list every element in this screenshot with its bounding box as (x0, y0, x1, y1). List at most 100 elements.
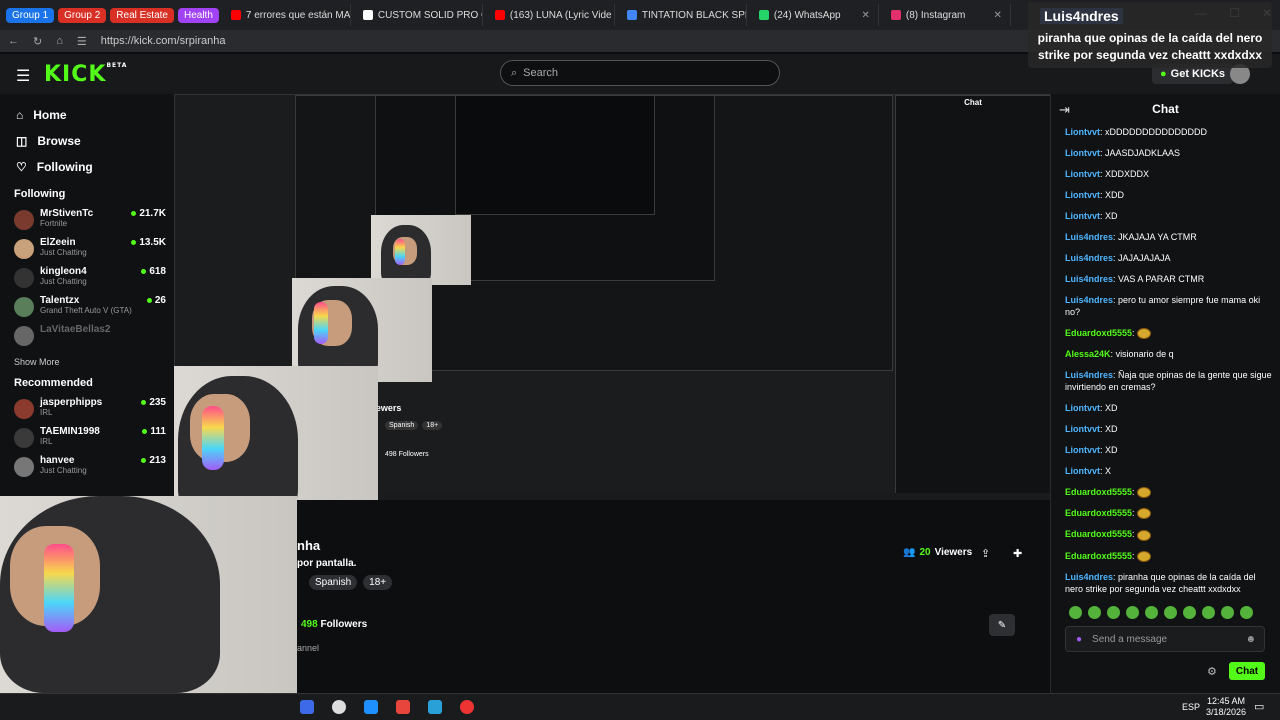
browser-tab[interactable]: 7 errores que están MATAN✕ (223, 4, 351, 26)
viewer-count: 13.5K (131, 237, 166, 248)
chat-username[interactable]: Liontvvt (1065, 127, 1100, 137)
emote-icon (1137, 508, 1152, 520)
tab-label: TINTATION BLACK SPRAY (641, 9, 746, 21)
sidebar-channel[interactable]: LaVitaeBellas2 (0, 322, 174, 351)
live-dot-icon (141, 400, 147, 405)
channel-category: IRL (40, 437, 53, 446)
photoshop-icon[interactable] (300, 700, 314, 714)
chat-username[interactable]: Liontvvt (1065, 211, 1100, 221)
channel-name: kingleon4 (40, 266, 87, 277)
tag-spanish[interactable]: Spanish (309, 575, 358, 590)
kick-logo[interactable]: KICKBETA (44, 62, 127, 87)
sidebar-channel[interactable]: Talentzx Grand Theft Auto V (GTA) 26 (0, 293, 174, 322)
share-icon[interactable]: ⇪ (981, 547, 990, 560)
kicks-icon: ● (1160, 68, 1167, 80)
chat-text: XDD (1105, 190, 1125, 200)
reload-icon[interactable]: ↻ (33, 35, 42, 48)
chat-username[interactable]: Liontvvt (1065, 445, 1100, 455)
chat-message: Eduardoxd5555: (1065, 507, 1273, 520)
emote-icon[interactable] (1240, 606, 1253, 619)
notifications-icon[interactable]: ▭ (1254, 700, 1264, 713)
chat-username[interactable]: Alessa24K (1065, 349, 1111, 359)
tab-group[interactable]: Group 1 (6, 7, 55, 23)
sidebar-channel[interactable]: TAEMIN1998 IRL 111 (0, 424, 174, 453)
site-info-icon[interactable]: ☰ (77, 35, 87, 48)
edit-button[interactable]: ✎ (989, 614, 1015, 636)
viewer-count: 213 (141, 455, 166, 466)
emote-icon[interactable] (1069, 606, 1082, 619)
chat-username[interactable]: Liontvvt (1065, 190, 1100, 200)
app-icon[interactable] (364, 700, 378, 714)
chat-message: Eduardoxd5555: (1065, 327, 1273, 340)
emoji-picker-icon[interactable]: ☻ (1245, 634, 1256, 645)
chat-username[interactable]: Eduardoxd5555 (1065, 508, 1132, 518)
emote-icon[interactable] (1088, 606, 1101, 619)
emote-icon[interactable] (1183, 606, 1196, 619)
tab-label: (8) Instagram (905, 9, 966, 21)
chat-message: Liontvvt: xDDDDDDDDDDDDDDD (1065, 127, 1208, 137)
chat-username[interactable]: Liontvvt (1065, 148, 1100, 158)
chat-settings-icon[interactable]: ⚙ (1207, 665, 1217, 678)
tab-group[interactable]: Group 2 (58, 7, 107, 23)
chat-username[interactable]: Liontvvt (1065, 169, 1100, 179)
taskbar-lang[interactable]: ESP (1182, 702, 1200, 712)
mic-icon[interactable]: ● (1076, 634, 1082, 645)
chat-username[interactable]: Eduardoxd5555 (1065, 328, 1132, 338)
tab-group[interactable]: Health (177, 7, 219, 23)
show-more-link[interactable]: Show More (0, 351, 174, 369)
sidebar-channel[interactable]: ElZeein Just Chatting 13.5K (0, 235, 174, 264)
chat-username[interactable]: Eduardoxd5555 (1065, 551, 1132, 561)
browser-tab[interactable]: (163) LUNA (Lyric Vide✕ (487, 4, 615, 26)
chat-username[interactable]: Luis4ndres (1065, 370, 1113, 380)
sidebar-channel[interactable]: MrStivenTc Fortnite 21.7K (0, 206, 174, 235)
home-browser-icon[interactable]: ⌂ (56, 35, 63, 47)
browser-tab[interactable]: TINTATION BLACK SPRAY✕ (619, 4, 747, 26)
send-chat-button[interactable]: Chat (1229, 662, 1265, 680)
chatgpt-icon[interactable] (332, 700, 346, 714)
chat-message-input[interactable]: ● Send a message ☻ (1065, 626, 1265, 652)
emote-icon[interactable] (1107, 606, 1120, 619)
emote-icon[interactable] (1164, 606, 1177, 619)
tab-label: (24) WhatsApp (773, 9, 841, 21)
sidebar-channel[interactable]: kingleon4 Just Chatting 618 (0, 264, 174, 293)
emote-icon[interactable] (1221, 606, 1234, 619)
search-input[interactable]: ⌕ Search (500, 60, 780, 86)
tab-group[interactable]: Real Estate (110, 7, 174, 23)
sidebar-item-home[interactable]: ⌂ Home (0, 102, 174, 128)
emote-icon[interactable] (1202, 606, 1215, 619)
chat-username[interactable]: Liontvvt (1065, 424, 1100, 434)
browser-tab[interactable]: (8) Instagram ✕ (883, 4, 1011, 26)
chat-username[interactable]: Liontvvt (1065, 466, 1100, 476)
app-icon[interactable] (460, 700, 474, 714)
browser-tab[interactable]: (24) WhatsApp ✕ (751, 4, 879, 26)
chat-username[interactable]: Luis4ndres (1065, 274, 1113, 284)
app-icon[interactable] (396, 700, 410, 714)
chat-username[interactable]: Luis4ndres (1065, 572, 1113, 582)
taskbar-clock[interactable]: 12:45 AM 3/18/2026 (1206, 696, 1246, 718)
chat-username[interactable]: Eduardoxd5555 (1065, 529, 1132, 539)
close-tab-icon[interactable]: ✕ (994, 10, 1002, 21)
browser-tab[interactable]: CUSTOM SOLID PRO Cape✕ (355, 4, 483, 26)
back-icon[interactable]: ← (8, 35, 19, 47)
chat-username[interactable]: Luis4ndres (1065, 232, 1113, 242)
emote-icon[interactable] (1126, 606, 1139, 619)
chat-username[interactable]: Liontvvt (1065, 403, 1100, 413)
tag-18plus[interactable]: 18+ (363, 575, 393, 590)
avatar (14, 428, 34, 448)
viewer-count: 👥 20 Viewers (903, 547, 973, 558)
chat-username[interactable]: Luis4ndres (1065, 295, 1113, 305)
close-tab-icon[interactable]: ✕ (862, 10, 870, 21)
sidebar-channel[interactable]: hanvee Just Chatting 213 (0, 453, 174, 482)
menu-icon[interactable]: ☰ (16, 66, 30, 86)
app-icon[interactable] (428, 700, 442, 714)
emote-icon[interactable] (1145, 606, 1158, 619)
follow-icon[interactable]: ✚ (1013, 547, 1022, 560)
url-field[interactable]: https://kick.com/srpiranha (101, 35, 226, 47)
sidebar-item-browse[interactable]: ◫ Browse (0, 128, 174, 154)
sidebar-item-following[interactable]: ♡ Following (0, 154, 174, 180)
chat-username[interactable]: Eduardoxd5555 (1065, 487, 1132, 497)
chat-username[interactable]: Luis4ndres (1065, 253, 1113, 263)
following-heading: Following (14, 188, 66, 200)
browse-icon: ◫ (16, 134, 28, 148)
sidebar-channel[interactable]: jasperphipps IRL 235 (0, 395, 174, 424)
